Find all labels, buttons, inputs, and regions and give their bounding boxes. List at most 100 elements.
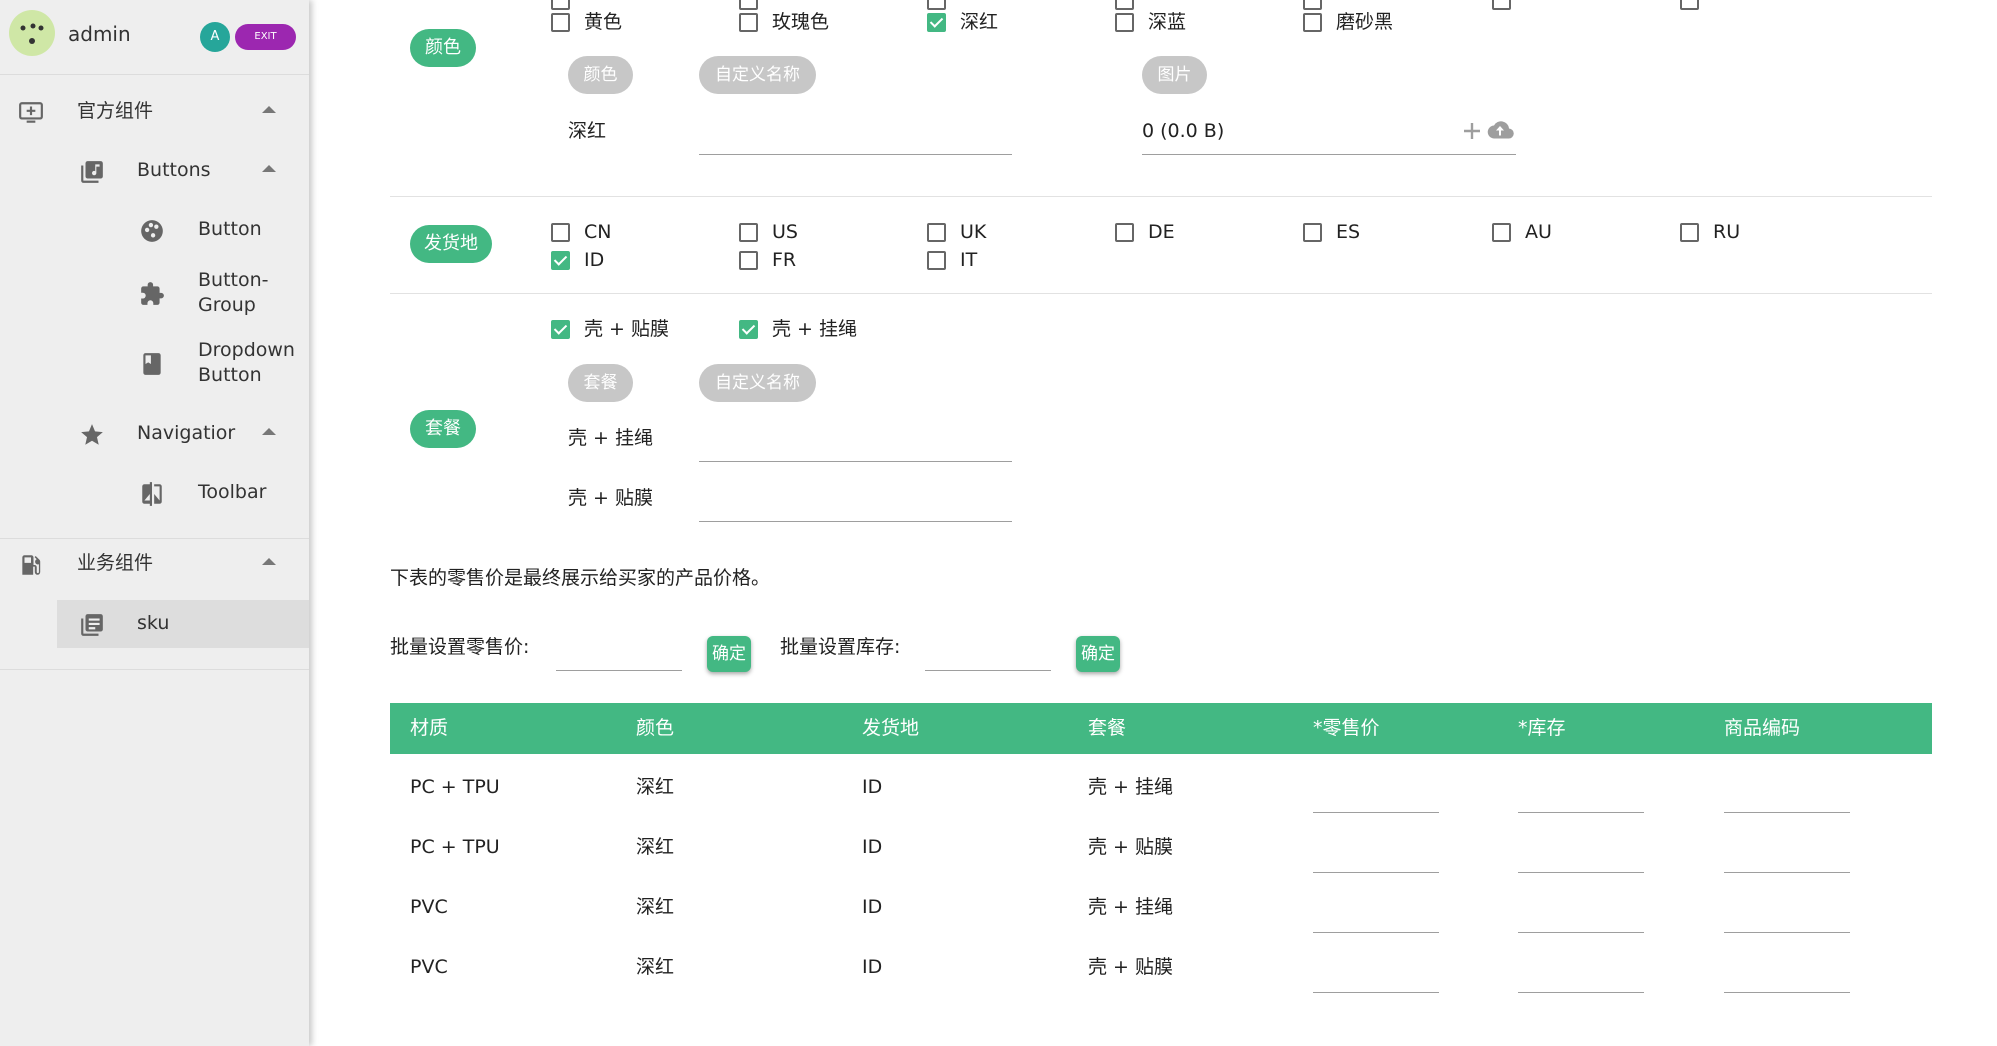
exit-button[interactable]: EXIT — [235, 24, 296, 50]
cell-material: PVC — [410, 896, 448, 918]
divider — [390, 293, 1932, 294]
checkbox-ship-ru[interactable]: RU — [1680, 220, 1780, 244]
cell-ship-from: ID — [862, 896, 883, 918]
divider — [0, 669, 309, 670]
caret-up-icon[interactable] — [262, 106, 276, 113]
checkbox-ship-uk[interactable]: UK — [927, 220, 1027, 244]
checkbox-color-matte-black[interactable]: 磨砂黑 — [1303, 10, 1423, 34]
checkbox-package-film[interactable]: 壳 + 贴膜 — [551, 317, 681, 341]
checkbox-color-navy[interactable]: 深蓝 — [1115, 10, 1235, 34]
custom-name-input[interactable] — [699, 521, 1012, 522]
nav-label: 业务组件 — [77, 552, 154, 574]
sku-code-input[interactable] — [1724, 812, 1850, 813]
checkbox-cutoff[interactable] — [1680, 0, 1700, 12]
caret-up-icon[interactable] — [262, 558, 276, 565]
nav-label: Button-Group — [198, 269, 269, 316]
nav-label: 官方组件 — [77, 100, 154, 122]
user-circle-button[interactable]: A — [200, 22, 230, 52]
column-chip-image: 图片 — [1142, 56, 1207, 94]
batch-price-label: 批量设置零售价: — [390, 636, 530, 658]
nav-label: Dropdown Button — [198, 339, 295, 386]
package-row-label: 壳 + 贴膜 — [568, 487, 653, 509]
compare-icon — [142, 482, 162, 506]
cell-package: 壳 + 挂绳 — [1088, 896, 1173, 918]
gas-station-icon — [22, 555, 41, 575]
column-chip-package: 套餐 — [568, 364, 633, 402]
retail-price-input[interactable] — [1313, 812, 1439, 813]
checkbox-ship-us[interactable]: US — [739, 220, 839, 244]
cell-ship-from: ID — [862, 836, 883, 858]
divider — [0, 74, 309, 75]
batch-price-input[interactable] — [556, 670, 682, 671]
checkbox-package-lanyard[interactable]: 壳 + 挂绳 — [739, 317, 869, 341]
sidebar: admin A EXIT 官方组件 Buttons Button Button-… — [0, 0, 309, 1046]
caret-up-icon[interactable] — [262, 428, 276, 435]
checkbox-ship-au[interactable]: AU — [1492, 220, 1592, 244]
custom-name-input[interactable] — [699, 154, 1012, 155]
add-icon[interactable] — [1462, 121, 1482, 141]
sku-code-input[interactable] — [1724, 932, 1850, 933]
stock-input[interactable] — [1518, 812, 1644, 813]
checkbox-ship-es[interactable]: ES — [1303, 220, 1403, 244]
nav-group-business[interactable]: 业务组件 — [0, 540, 309, 588]
cell-color: 深红 — [636, 896, 675, 918]
image-upload-input[interactable] — [1142, 154, 1516, 155]
caret-up-icon[interactable] — [262, 165, 276, 172]
nav-subgroup-buttons[interactable]: Buttons — [0, 147, 309, 195]
nav-group-official[interactable]: 官方组件 — [0, 88, 309, 136]
checkbox-color-yellow[interactable]: 黄色 — [551, 10, 671, 34]
nav-item-dropdown-button[interactable]: Dropdown Button — [0, 334, 309, 394]
checkbox-cutoff[interactable] — [1492, 0, 1512, 12]
sku-code-input[interactable] — [1724, 872, 1850, 873]
checkbox-ship-it[interactable]: IT — [927, 248, 1027, 272]
library-books-icon — [81, 614, 103, 636]
column-header: 发货地 — [862, 717, 920, 739]
avatar[interactable] — [9, 10, 55, 56]
nav-subgroup-navigator[interactable]: Navigatior — [0, 410, 309, 458]
price-note: 下表的零售价是最终展示给买家的产品价格。 — [390, 567, 771, 589]
section-chip-package[interactable]: 套餐 — [410, 410, 476, 448]
checkbox-ship-cn[interactable]: CN — [551, 220, 651, 244]
stock-input[interactable] — [1518, 992, 1644, 993]
retail-price-input[interactable] — [1313, 932, 1439, 933]
checkbox-ship-fr[interactable]: FR — [739, 248, 839, 272]
star-icon — [81, 424, 103, 445]
checkbox-ship-de[interactable]: DE — [1115, 220, 1215, 244]
column-header: 商品编码 — [1724, 717, 1801, 739]
main-content — [309, 0, 1997, 1046]
file-size-value: 0 (0.0 B) — [1142, 120, 1225, 142]
column-header: 颜色 — [636, 717, 675, 739]
cell-material: PVC — [410, 956, 448, 978]
cell-material: PC + TPU — [410, 776, 500, 798]
checkbox-color-rose[interactable]: 玫瑰色 — [739, 10, 859, 34]
nav-item-sku[interactable]: sku — [57, 600, 309, 648]
cell-color: 深红 — [636, 956, 675, 978]
nav-item-button-group[interactable]: Button-Group — [0, 264, 309, 324]
batch-stock-confirm-button[interactable]: 确定 — [1076, 636, 1120, 672]
cell-package: 壳 + 挂绳 — [1088, 776, 1173, 798]
cloud-upload-icon[interactable] — [1485, 118, 1515, 142]
sku-code-input[interactable] — [1724, 992, 1850, 993]
divider — [390, 196, 1932, 197]
nav-item-toolbar[interactable]: Toolbar — [0, 469, 309, 517]
stock-input[interactable] — [1518, 872, 1644, 873]
checkbox-ship-id[interactable]: ID — [551, 248, 651, 272]
retail-price-input[interactable] — [1313, 992, 1439, 993]
column-header: *零售价 — [1313, 717, 1380, 739]
column-header: 套餐 — [1088, 717, 1127, 739]
stock-input[interactable] — [1518, 932, 1644, 933]
retail-price-input[interactable] — [1313, 872, 1439, 873]
cell-package: 壳 + 贴膜 — [1088, 836, 1173, 858]
batch-stock-input[interactable] — [925, 670, 1051, 671]
palette-icon — [141, 220, 163, 242]
column-chip-color: 颜色 — [568, 56, 633, 94]
library-music-icon — [81, 161, 103, 183]
batch-price-confirm-button[interactable]: 确定 — [707, 636, 751, 672]
nav-label: sku — [137, 612, 170, 634]
checkbox-color-crimson[interactable]: 深红 — [927, 10, 1047, 34]
nav-label: Toolbar — [198, 481, 267, 503]
custom-name-input[interactable] — [699, 461, 1012, 462]
nav-item-button[interactable]: Button — [0, 206, 309, 254]
section-chip-color[interactable]: 颜色 — [410, 29, 476, 67]
section-chip-ship-from[interactable]: 发货地 — [410, 225, 492, 263]
